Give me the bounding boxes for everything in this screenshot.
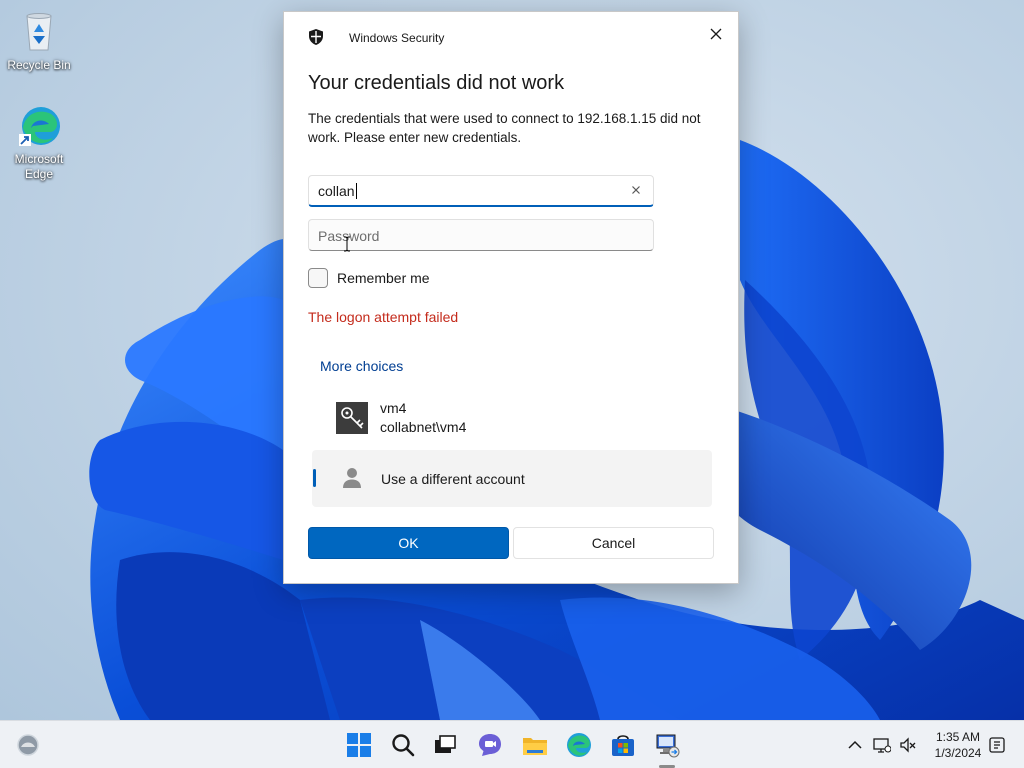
- widgets-icon[interactable]: [16, 733, 40, 757]
- dialog-heading: Your credentials did not work: [308, 72, 565, 94]
- taskbar: 1:35 AM 1/3/2024: [0, 720, 1024, 768]
- mouse-cursor-icon: [343, 236, 351, 252]
- ok-button[interactable]: OK: [308, 527, 509, 559]
- dialog-message: The credentials that were used to connec…: [308, 111, 701, 145]
- remember-me-checkbox[interactable]: [308, 268, 328, 288]
- username-input[interactable]: collan: [308, 175, 654, 207]
- clock-date: 1/3/2024: [934, 746, 982, 760]
- recycle-bin-label: Recycle Bin: [7, 58, 71, 72]
- clear-icon: [632, 186, 640, 194]
- more-choices-link[interactable]: More choices: [320, 358, 403, 374]
- chevron-up-icon[interactable]: [846, 736, 864, 754]
- remember-me-label[interactable]: Remember me: [337, 270, 430, 286]
- edge-label: Microsoft Edge: [14, 152, 64, 181]
- account-option-different[interactable]: Use a different account: [312, 450, 712, 507]
- account-option-vm4[interactable]: vm4 collabnet\vm4: [308, 393, 712, 445]
- recycle-bin-icon: [17, 10, 61, 54]
- dialog-app-title: Windows Security: [349, 31, 445, 45]
- account-name: vm4: [380, 400, 407, 416]
- taskbar-clock[interactable]: 1:35 AM 1/3/2024: [930, 729, 986, 761]
- file-explorer-icon[interactable]: [521, 731, 549, 759]
- logon-error-message: The logon attempt failed: [308, 309, 459, 325]
- clear-text-button[interactable]: [629, 183, 643, 197]
- edge-icon: [17, 104, 61, 148]
- recycle-bin-shortcut[interactable]: Recycle Bin: [2, 10, 76, 73]
- text-caret: [355, 183, 357, 199]
- clock-time: 1:35 AM: [935, 730, 981, 744]
- search-icon[interactable]: [389, 731, 417, 759]
- selection-indicator: [313, 469, 316, 487]
- password-input[interactable]: Password: [308, 219, 654, 251]
- remote-desktop-icon[interactable]: [653, 731, 681, 759]
- close-icon: [710, 28, 722, 40]
- shield-icon: [308, 28, 324, 46]
- key-icon: [336, 402, 368, 434]
- task-view-icon[interactable]: [431, 731, 459, 759]
- volume-muted-icon[interactable]: [899, 736, 917, 754]
- edge-shortcut[interactable]: Microsoft Edge: [2, 104, 76, 182]
- store-icon[interactable]: [609, 731, 637, 759]
- close-button[interactable]: [702, 20, 730, 48]
- start-icon[interactable]: [345, 731, 373, 759]
- person-icon: [342, 467, 362, 489]
- windows-security-dialog: Windows Security Your credentials did no…: [283, 11, 739, 584]
- edge-icon[interactable]: [565, 731, 593, 759]
- account-domain: collabnet\vm4: [380, 419, 467, 435]
- notification-icon[interactable]: [988, 736, 1006, 754]
- cancel-button[interactable]: Cancel: [513, 527, 714, 559]
- username-value: collan: [318, 183, 355, 199]
- chat-icon[interactable]: [476, 731, 504, 759]
- different-account-label: Use a different account: [381, 471, 525, 487]
- network-icon[interactable]: [873, 736, 892, 754]
